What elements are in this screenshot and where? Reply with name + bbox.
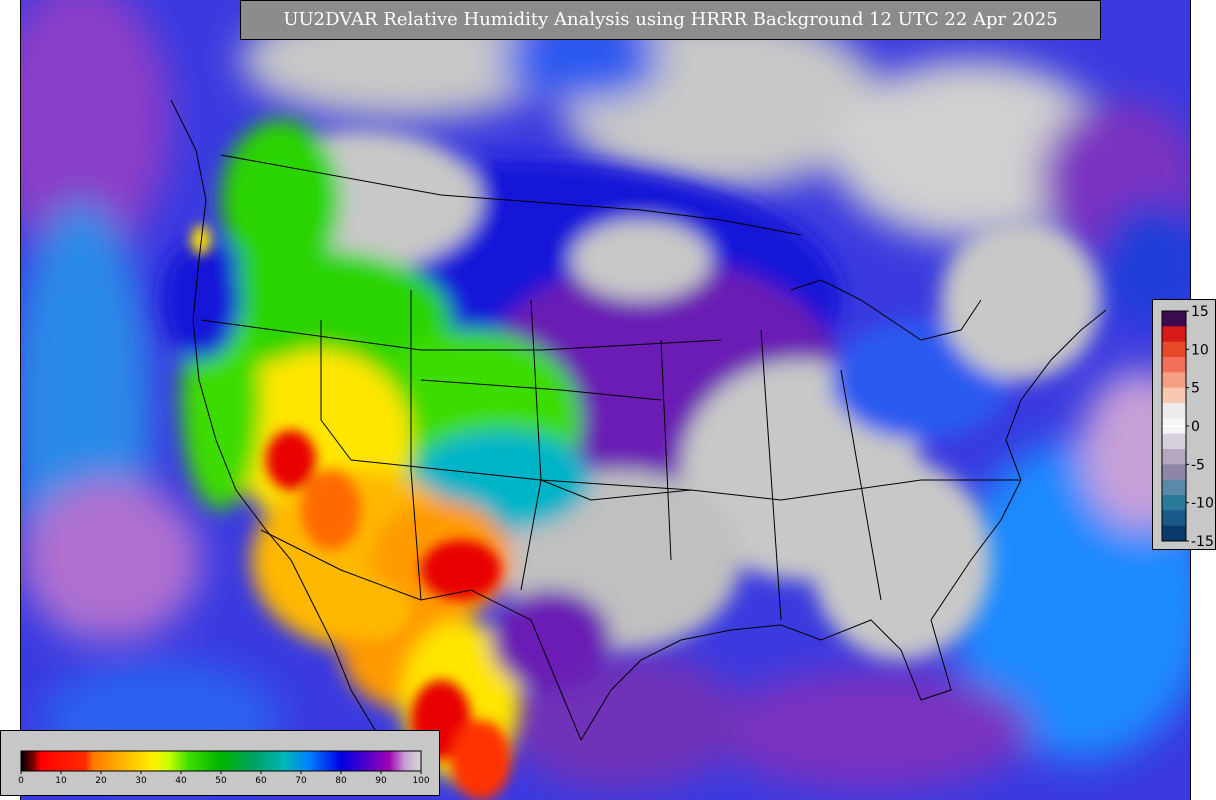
bias-colorbar-segment xyxy=(1162,525,1186,542)
bias-colorbar-segment xyxy=(1162,326,1186,343)
bias-colorbar-segment xyxy=(1162,479,1186,496)
rh-tick-label: 90 xyxy=(375,776,387,786)
rh-tick-label: 80 xyxy=(335,776,347,786)
rh-colorbar: 0 10 20 30 40 50 60 70 80 90 100 xyxy=(0,730,440,796)
bias-colorbar-segment xyxy=(1162,449,1186,465)
bias-colorbar-segment xyxy=(1162,403,1186,419)
bias-tick-label: -10 xyxy=(1191,496,1214,512)
rh-tick-label: 60 xyxy=(255,776,267,786)
rh-tick-label: 20 xyxy=(95,776,107,786)
bias-colorbar-segment xyxy=(1162,341,1186,358)
bias-tick-label: 5 xyxy=(1191,381,1200,397)
humidity-map xyxy=(20,0,1191,800)
bias-colorbar: 15 10 5 0 -5 -10 -15 xyxy=(1152,299,1216,550)
bias-colorbar-segment xyxy=(1162,357,1186,373)
rh-tick-label: 50 xyxy=(215,776,227,786)
bias-colorbar-graphic: 15 10 5 0 -5 -10 -15 xyxy=(1161,304,1214,550)
rh-tick-label: 40 xyxy=(175,776,187,786)
bias-tick-label: 0 xyxy=(1191,419,1200,435)
bias-tick-label: -15 xyxy=(1191,534,1214,550)
rh-tick-label: 0 xyxy=(18,776,24,786)
rh-tick-label: 30 xyxy=(135,776,147,786)
rh-tick-label: 100 xyxy=(412,776,429,786)
humidity-map-canvas xyxy=(21,0,1190,800)
bias-colorbar-segment xyxy=(1162,372,1186,389)
rh-tick-label: 70 xyxy=(295,776,307,786)
bias-colorbar-segment xyxy=(1162,510,1186,527)
rh-colorbar-graphic: 0 10 20 30 40 50 60 70 80 90 100 xyxy=(18,750,430,786)
bias-colorbar-segment xyxy=(1162,495,1186,511)
rh-colorbar-gradient xyxy=(21,751,421,771)
map-title: UU2DVAR Relative Humidity Analysis using… xyxy=(240,0,1101,40)
bias-colorbar-segment xyxy=(1162,311,1186,327)
bias-colorbar-segment xyxy=(1162,387,1186,404)
bias-tick-label: -5 xyxy=(1191,457,1205,473)
bias-colorbar-segment xyxy=(1162,433,1186,450)
bias-tick-label: 10 xyxy=(1191,342,1209,358)
bias-colorbar-segment xyxy=(1162,464,1186,481)
bias-tick-label: 15 xyxy=(1191,304,1209,320)
rh-tick-label: 10 xyxy=(55,776,67,786)
